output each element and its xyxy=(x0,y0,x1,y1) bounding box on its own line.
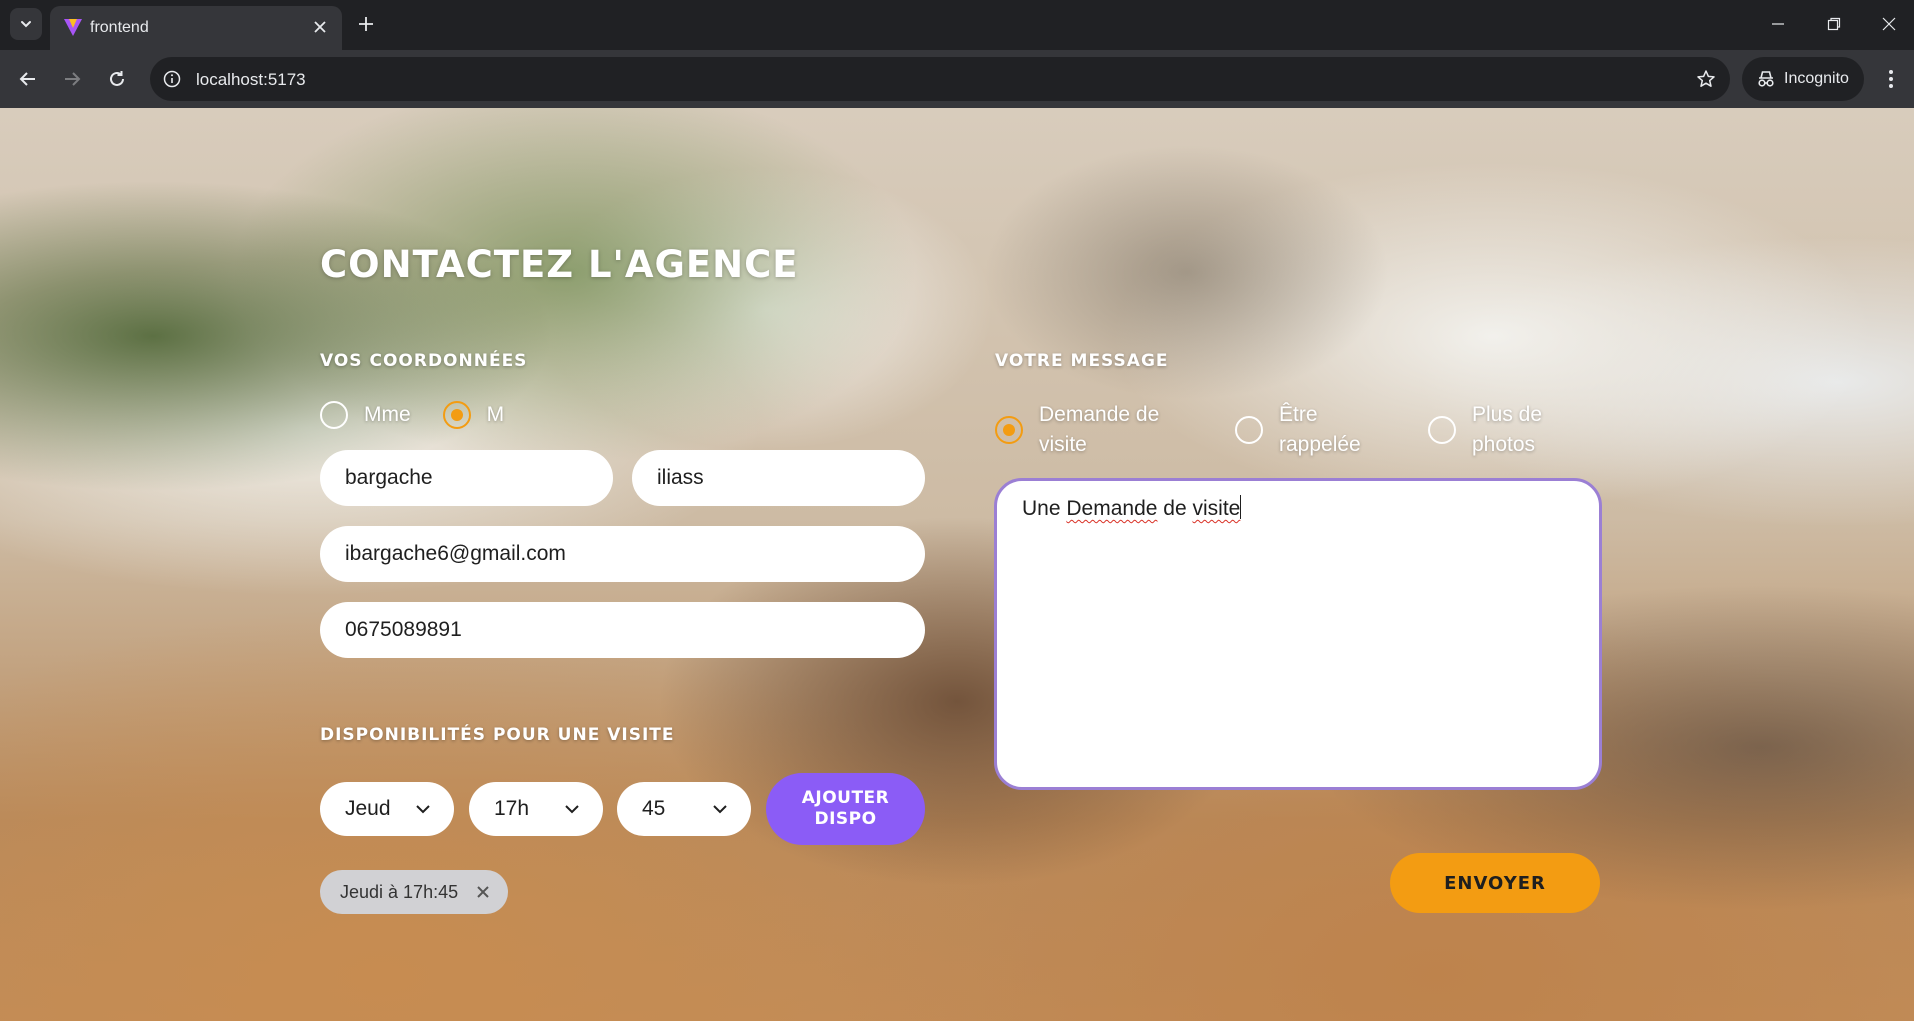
radio-circle[interactable] xyxy=(1428,416,1456,444)
hour-select-value: 17h xyxy=(494,797,530,820)
minimize-button[interactable] xyxy=(1752,6,1804,42)
text-caret xyxy=(1240,495,1242,519)
message-word-misspelled: visite xyxy=(1192,497,1241,520)
message-word-misspelled: Demande xyxy=(1066,497,1158,520)
restore-icon xyxy=(1827,17,1841,31)
email-input[interactable]: ibargache6@gmail.com xyxy=(320,526,925,582)
minute-select[interactable]: 45 xyxy=(617,782,751,836)
arrow-right-icon xyxy=(65,72,81,86)
radio-label-line2: photos xyxy=(1472,433,1536,456)
message-type-demande-visite[interactable]: Demande de visite xyxy=(995,400,1235,460)
page-title: CONTACTEZ L'AGENCE xyxy=(320,243,799,286)
tab-search-button[interactable] xyxy=(10,8,42,40)
message-word: Une xyxy=(1022,497,1061,520)
bookmark-button[interactable] xyxy=(1694,67,1718,91)
restore-button[interactable] xyxy=(1808,6,1860,42)
radio-label-line2: rappelée xyxy=(1279,433,1361,456)
site-info-button[interactable] xyxy=(160,67,184,91)
message-section-label: VOTRE MESSAGE xyxy=(995,351,1169,371)
hour-select[interactable]: 17h xyxy=(469,782,603,836)
minimize-icon xyxy=(1772,23,1784,25)
incognito-label: Incognito xyxy=(1784,70,1849,87)
civility-option-mme[interactable]: Mme xyxy=(320,400,411,430)
incognito-indicator[interactable]: Incognito xyxy=(1742,57,1864,101)
civility-option-m[interactable]: M xyxy=(442,400,505,430)
page-viewport: CONTACTEZ L'AGENCE VOS COORDONNÉES Mme M… xyxy=(0,108,1914,1021)
add-dispo-label-line1: AJOUTER xyxy=(801,788,890,808)
add-dispo-label-line2: DISPO xyxy=(814,809,877,829)
radio-circle[interactable] xyxy=(320,401,348,429)
minute-select-value: 45 xyxy=(642,797,666,820)
prenom-input[interactable]: iliass xyxy=(632,450,925,506)
chevron-down-icon xyxy=(565,805,579,814)
message-type-radio-group: Demande de visite Être rappelée Plus de … xyxy=(995,400,1542,460)
radio-label-line2: visite xyxy=(1039,433,1087,456)
browser-tabstrip: frontend xyxy=(0,0,1914,50)
incognito-icon xyxy=(1758,71,1774,87)
dispo-chip: Jeudi à 17h:45 xyxy=(320,870,509,914)
radio-label-line1: Demande de xyxy=(1039,403,1160,426)
day-select[interactable]: Jeudi xyxy=(320,782,454,836)
radio-label: Être rappelée xyxy=(1279,400,1361,460)
tab-title: frontend xyxy=(90,19,149,36)
radio-label: M xyxy=(486,403,505,426)
window-close-button[interactable] xyxy=(1864,6,1914,42)
radio-label: Mme xyxy=(364,403,411,426)
chevron-down-icon xyxy=(21,21,31,28)
message-type-plus-photos[interactable]: Plus de photos xyxy=(1428,400,1542,460)
message-type-etre-rappelee[interactable]: Être rappelée xyxy=(1235,400,1428,460)
contact-form: CONTACTEZ L'AGENCE VOS COORDONNÉES Mme M… xyxy=(320,108,1602,1021)
more-vertical-icon xyxy=(1889,70,1893,88)
close-icon[interactable] xyxy=(476,885,490,899)
address-bar[interactable]: localhost:5173 xyxy=(150,57,1730,101)
radio-label: Demande de visite xyxy=(1039,400,1159,460)
disponibilites-section-label: DISPONIBILITÉS POUR UNE VISITE xyxy=(320,725,675,745)
new-tab-button[interactable] xyxy=(352,10,380,38)
vite-logo-icon xyxy=(64,19,82,36)
tab-close-button[interactable] xyxy=(308,15,332,39)
star-icon xyxy=(1697,70,1715,87)
coordonnees-section-label: VOS COORDONNÉES xyxy=(320,351,528,371)
radio-label: Plus de photos xyxy=(1472,400,1542,460)
plus-icon xyxy=(359,17,373,31)
radio-circle-checked[interactable] xyxy=(995,416,1023,444)
browser-menu-button[interactable] xyxy=(1876,62,1906,96)
close-icon xyxy=(1882,17,1896,31)
radio-circle[interactable] xyxy=(1235,416,1263,444)
browser-toolbar: localhost:5173 Incognito xyxy=(0,50,1914,108)
message-word: de xyxy=(1163,497,1187,520)
radio-label-line1: Être xyxy=(1279,403,1318,426)
day-select-value: Jeudi xyxy=(345,797,391,820)
back-button[interactable] xyxy=(11,62,45,96)
info-icon xyxy=(163,70,181,88)
url-text: localhost:5173 xyxy=(196,70,306,89)
message-textarea[interactable]: Une Demande de visite xyxy=(994,478,1602,790)
phone-input[interactable]: 0675089891 xyxy=(320,602,925,658)
radio-circle-checked[interactable] xyxy=(442,401,471,429)
civility-radio-group: Mme M xyxy=(320,400,504,430)
dispo-chip-label: Jeudi à 17h:45 xyxy=(340,881,459,902)
forward-button[interactable] xyxy=(55,62,89,96)
arrow-left-icon xyxy=(19,72,35,86)
add-dispo-button[interactable]: AJOUTER DISPO xyxy=(766,773,925,845)
reload-icon xyxy=(110,71,124,86)
radio-label-line1: Plus de xyxy=(1472,403,1543,426)
nom-input[interactable]: bargache xyxy=(320,450,613,506)
chevron-down-icon xyxy=(416,805,430,814)
reload-button[interactable] xyxy=(100,62,134,96)
send-button[interactable]: ENVOYER xyxy=(1390,853,1600,913)
chevron-down-icon xyxy=(713,805,727,814)
close-icon xyxy=(314,21,326,33)
browser-tab[interactable]: frontend xyxy=(50,6,342,50)
